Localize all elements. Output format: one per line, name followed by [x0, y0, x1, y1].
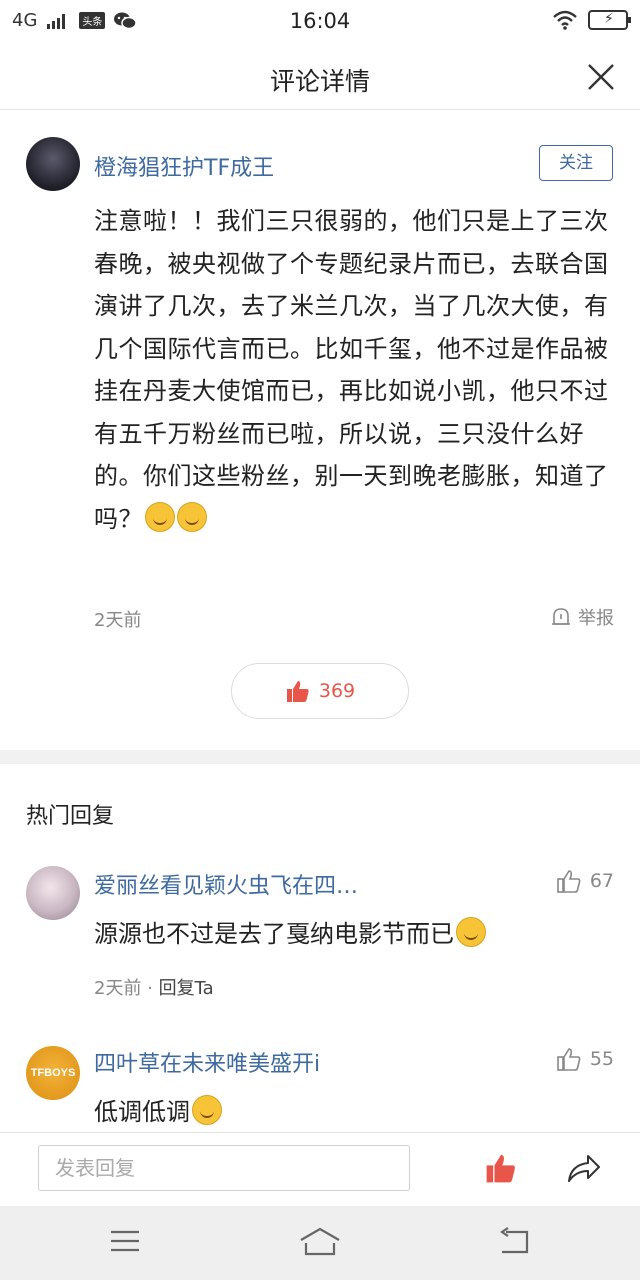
laugh-cry-emoji-icon: [192, 1095, 222, 1125]
reply-input[interactable]: [38, 1145, 410, 1191]
tfboys-logo-text: TFBOYS: [30, 1067, 76, 1079]
thumbs-up-icon: [486, 1154, 515, 1183]
reply-text-content: 源源也不过是去了戛纳电影节而已: [94, 920, 454, 948]
menu-icon: [111, 1230, 139, 1252]
share-icon: [568, 1155, 600, 1182]
status-bar: 4G 头条 16:04 ⚡: [0, 0, 640, 44]
status-right: ⚡: [552, 10, 631, 30]
back-button[interactable]: [496, 1226, 532, 1260]
back-icon: [500, 1227, 529, 1254]
report-button[interactable]: 举报: [550, 604, 614, 630]
reply-text: 源源也不过是去了戛纳电影节而已: [94, 914, 486, 949]
menu-button[interactable]: [108, 1226, 142, 1260]
main-comment-time: 2天前: [94, 610, 142, 631]
home-button[interactable]: [298, 1226, 342, 1262]
grin-emoji-icon: [456, 917, 486, 947]
reply-text: 低调低调: [94, 1092, 222, 1127]
main-comment-content: 注意啦！！我们三只很弱的，他们只是上了三次春晚，被央视做了个专题纪录片而已，去联…: [94, 200, 614, 540]
page-title: 评论详情: [269, 67, 370, 96]
hot-replies-title: 热门回复: [26, 804, 115, 829]
follow-button[interactable]: 关注: [539, 145, 613, 181]
grin-emoji-icon: [177, 501, 207, 532]
reply-author[interactable]: 四叶草在未来唯美盛开i: [94, 1046, 320, 1078]
thumbs-up-outline-icon: [557, 870, 581, 893]
reply-avatar[interactable]: TFBOYS: [26, 1046, 80, 1100]
thumbs-up-outline-icon: [557, 1048, 581, 1071]
close-button[interactable]: [584, 60, 618, 94]
system-nav-bar: [0, 1206, 640, 1280]
reply-input-bar: [0, 1132, 640, 1206]
report-label: 举报: [578, 608, 614, 629]
wifi-icon: [553, 10, 577, 30]
meta-separator: ·: [147, 978, 153, 999]
status-time: 16:04: [289, 9, 351, 33]
bottom-like-button[interactable]: [484, 1151, 518, 1189]
main-like-button[interactable]: 369: [231, 663, 409, 719]
main-comment-author[interactable]: 橙海猖狂护TF成王: [94, 150, 274, 182]
reply-like-count: 55: [589, 1048, 614, 1070]
battery-icon: ⚡: [588, 10, 631, 30]
close-icon: [588, 64, 614, 90]
reply-to-button[interactable]: 回复Ta: [159, 978, 214, 999]
reply-meta: 2天前 · 回复Ta: [94, 974, 214, 1000]
reply-like-button[interactable]: 67: [556, 868, 614, 894]
reply-time: 2天前: [94, 978, 142, 999]
reply-like-button[interactable]: 55: [556, 1046, 614, 1072]
main-comment-text: 注意啦！！我们三只很弱的，他们只是上了三次春晚，被央视做了个专题纪录片而已，去联…: [94, 207, 609, 533]
reply-avatar[interactable]: [26, 866, 80, 920]
header-bar: 评论详情: [0, 44, 640, 110]
main-like-count: 369: [318, 680, 356, 702]
grin-emoji-icon: [145, 501, 175, 532]
report-icon: [552, 608, 570, 625]
home-icon: [300, 1227, 340, 1256]
thumbs-up-icon: [286, 681, 309, 702]
share-button[interactable]: [566, 1151, 602, 1189]
section-divider: [0, 750, 640, 764]
main-comment-avatar[interactable]: [26, 137, 80, 191]
reply-like-count: 67: [589, 870, 614, 892]
reply-text-content: 低调低调: [94, 1098, 190, 1126]
reply-author[interactable]: 爱丽丝看见颖火虫飞在四…: [94, 868, 358, 900]
